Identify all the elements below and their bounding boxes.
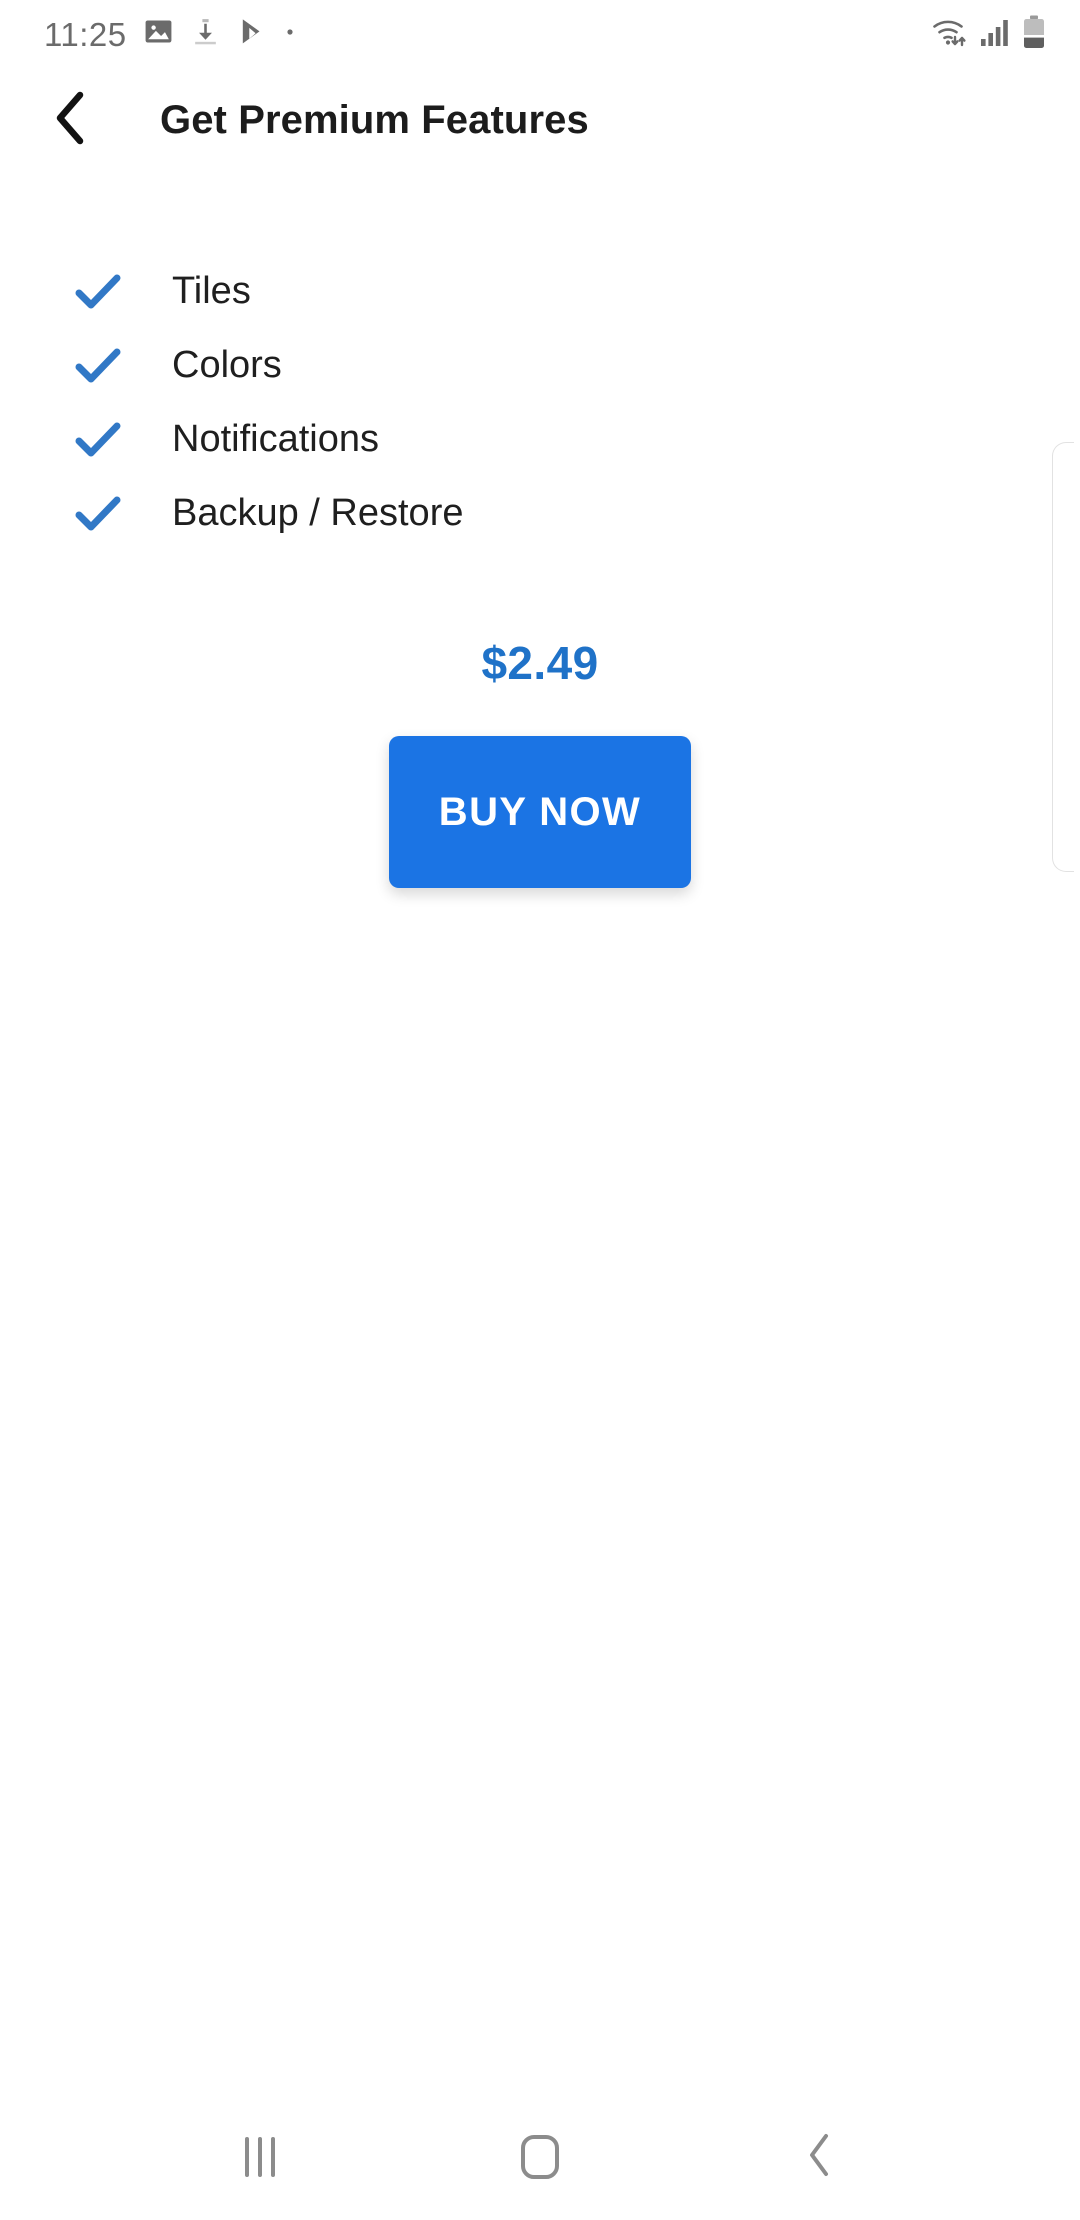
list-item: Tiles xyxy=(72,254,1080,328)
recents-icon xyxy=(245,2137,275,2177)
back-icon xyxy=(805,2132,835,2183)
download-icon xyxy=(190,16,221,52)
status-bar: 11:25 xyxy=(0,0,1080,68)
recents-button[interactable] xyxy=(205,2102,315,2212)
nav-back-button[interactable] xyxy=(765,2102,875,2212)
buy-now-button[interactable]: BUY NOW xyxy=(389,736,691,888)
phone-screen: 11:25 Get Premium Features Tiles Colors … xyxy=(0,0,1080,2220)
dot-icon xyxy=(284,25,296,43)
chevron-left-icon xyxy=(50,89,94,152)
app-bar: Get Premium Features xyxy=(0,68,1080,172)
check-icon xyxy=(72,339,124,391)
back-button[interactable] xyxy=(36,84,108,156)
status-bar-left: 11:25 xyxy=(44,16,296,52)
buy-button-container: BUY NOW xyxy=(0,736,1080,888)
home-button[interactable] xyxy=(485,2102,595,2212)
feature-label: Notifications xyxy=(172,418,379,460)
status-clock: 11:25 xyxy=(44,15,127,53)
feature-label: Colors xyxy=(172,344,282,386)
status-bar-right xyxy=(931,15,1046,54)
feature-label: Tiles xyxy=(172,270,251,312)
home-icon xyxy=(521,2135,559,2179)
signal-icon xyxy=(980,16,1013,53)
list-item: Notifications xyxy=(72,402,1080,476)
scrollbar[interactable] xyxy=(1052,442,1074,872)
page-title: Get Premium Features xyxy=(160,97,589,142)
check-icon xyxy=(72,265,124,317)
content-area: Tiles Colors Notifications Backup / Rest… xyxy=(0,172,1080,2094)
price-label: $2.49 xyxy=(481,637,599,689)
feature-list: Tiles Colors Notifications Backup / Rest… xyxy=(0,254,1080,550)
feature-label: Backup / Restore xyxy=(172,492,464,534)
system-navigation-bar xyxy=(0,2094,1080,2220)
play-store-icon xyxy=(237,16,268,52)
battery-icon xyxy=(1022,15,1046,54)
list-item: Backup / Restore xyxy=(72,476,1080,550)
check-icon xyxy=(72,487,124,539)
check-icon xyxy=(72,413,124,465)
list-item: Colors xyxy=(72,328,1080,402)
wifi-icon xyxy=(931,15,971,54)
image-icon xyxy=(143,16,174,52)
